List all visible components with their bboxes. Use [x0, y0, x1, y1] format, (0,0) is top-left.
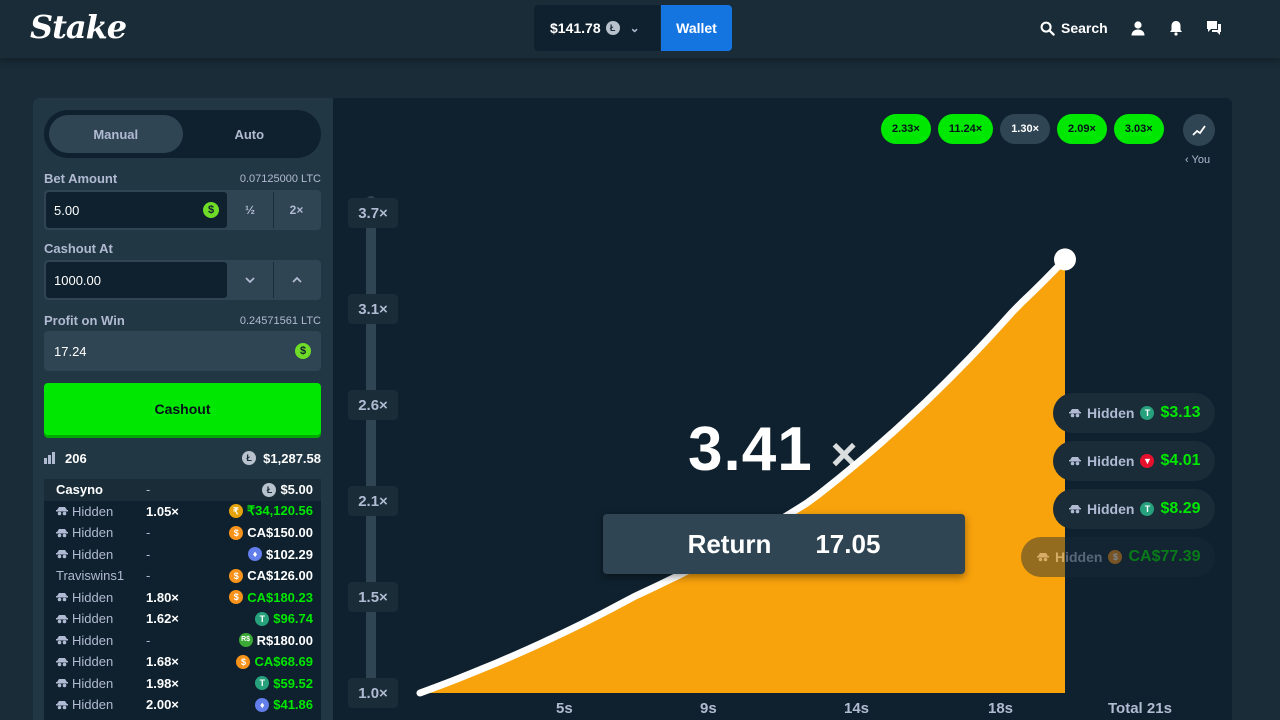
cashout-amount: $4.01: [1160, 452, 1201, 469]
hidden-user-icon: [1069, 409, 1081, 418]
cashout-player: Hidden: [1087, 405, 1135, 421]
usdt-icon: T: [1140, 406, 1155, 420]
current-multiplier: 3.41 ×: [688, 414, 859, 485]
cashout-pill: Hidden $ CA$77.39: [1021, 537, 1215, 577]
balance-selector[interactable]: $141.78 Ł ⌄: [534, 5, 660, 51]
x-tick-label: Total 21s: [1108, 700, 1172, 717]
cashout-player: Hidden: [1087, 501, 1135, 517]
crash-game-panel: Manual Auto Bet Amount 0.07125000 LTC $ …: [33, 98, 1232, 720]
x-tick-label: 9s: [700, 700, 717, 717]
bell-icon[interactable]: [1162, 14, 1190, 42]
search-button[interactable]: Search: [1040, 14, 1108, 42]
cashout-amount: CA$77.39: [1128, 548, 1201, 565]
cashout-amount: $8.29: [1160, 500, 1201, 517]
y-tick-label: 2.1×: [348, 486, 398, 516]
x-tick-label: 18s: [988, 700, 1014, 717]
btc-icon: $: [1108, 550, 1123, 564]
cashout-pill: Hidden ▼ $4.01: [1053, 441, 1215, 481]
history-chip[interactable]: 1.30×: [1000, 114, 1051, 144]
cashout-player: Hidden: [1055, 549, 1103, 565]
you-label: ‹ You: [1185, 154, 1211, 166]
user-icon[interactable]: [1124, 14, 1152, 42]
y-tick-label: 1.5×: [348, 582, 398, 612]
x-tick-label: 14s: [844, 700, 870, 717]
history-chips: 2.33× 11.24× 1.30× 2.09× 3.03×: [881, 114, 1164, 144]
stake-logo[interactable]: Stake: [30, 8, 127, 46]
chevron-down-icon: ⌄: [629, 21, 640, 35]
current-point: [1054, 248, 1076, 271]
balance-amount: $141.78: [550, 20, 601, 36]
multiplier-value: 3.41: [688, 415, 813, 484]
y-tick-label: 3.7×: [348, 198, 398, 228]
history-chip[interactable]: 2.09×: [1057, 114, 1107, 144]
hidden-user-icon: [1037, 553, 1049, 562]
chat-icon[interactable]: [1200, 14, 1228, 42]
usdt-icon: T: [1140, 502, 1155, 516]
cashout-player: Hidden: [1087, 453, 1135, 469]
history-chip[interactable]: 3.03×: [1113, 114, 1164, 144]
hidden-user-icon: [1069, 457, 1081, 466]
history-chip[interactable]: 11.24×: [937, 114, 994, 144]
trend-icon: [1192, 125, 1206, 136]
y-tick-label: 3.1×: [348, 294, 398, 324]
top-bar: Stake $141.78 Ł ⌄ Wallet Search: [0, 0, 1280, 58]
x-tick-label: 5s: [556, 700, 573, 717]
multiplier-suffix: ×: [830, 428, 859, 480]
search-label: Search: [1061, 20, 1108, 36]
return-value: 17.05: [815, 528, 881, 559]
cashout-amount: $3.13: [1160, 404, 1201, 421]
crash-chart: [416, 248, 1076, 697]
history-chip[interactable]: 2.33×: [881, 114, 931, 144]
return-panel: Return 17.05: [603, 514, 965, 574]
y-axis-track: [366, 196, 376, 696]
litecoin-icon: Ł: [605, 21, 620, 35]
trx-icon: ▼: [1140, 454, 1155, 468]
hidden-user-icon: [1069, 505, 1081, 514]
wallet-button[interactable]: Wallet: [661, 5, 732, 51]
y-tick-label: 1.0×: [348, 678, 398, 708]
cashout-pill: Hidden T $3.13: [1053, 393, 1215, 433]
cashout-pill: Hidden T $8.29: [1053, 489, 1215, 529]
history-graph-button[interactable]: [1183, 114, 1215, 146]
search-icon: [1040, 21, 1055, 36]
y-tick-label: 2.6×: [348, 390, 398, 420]
return-label: Return: [687, 528, 772, 559]
